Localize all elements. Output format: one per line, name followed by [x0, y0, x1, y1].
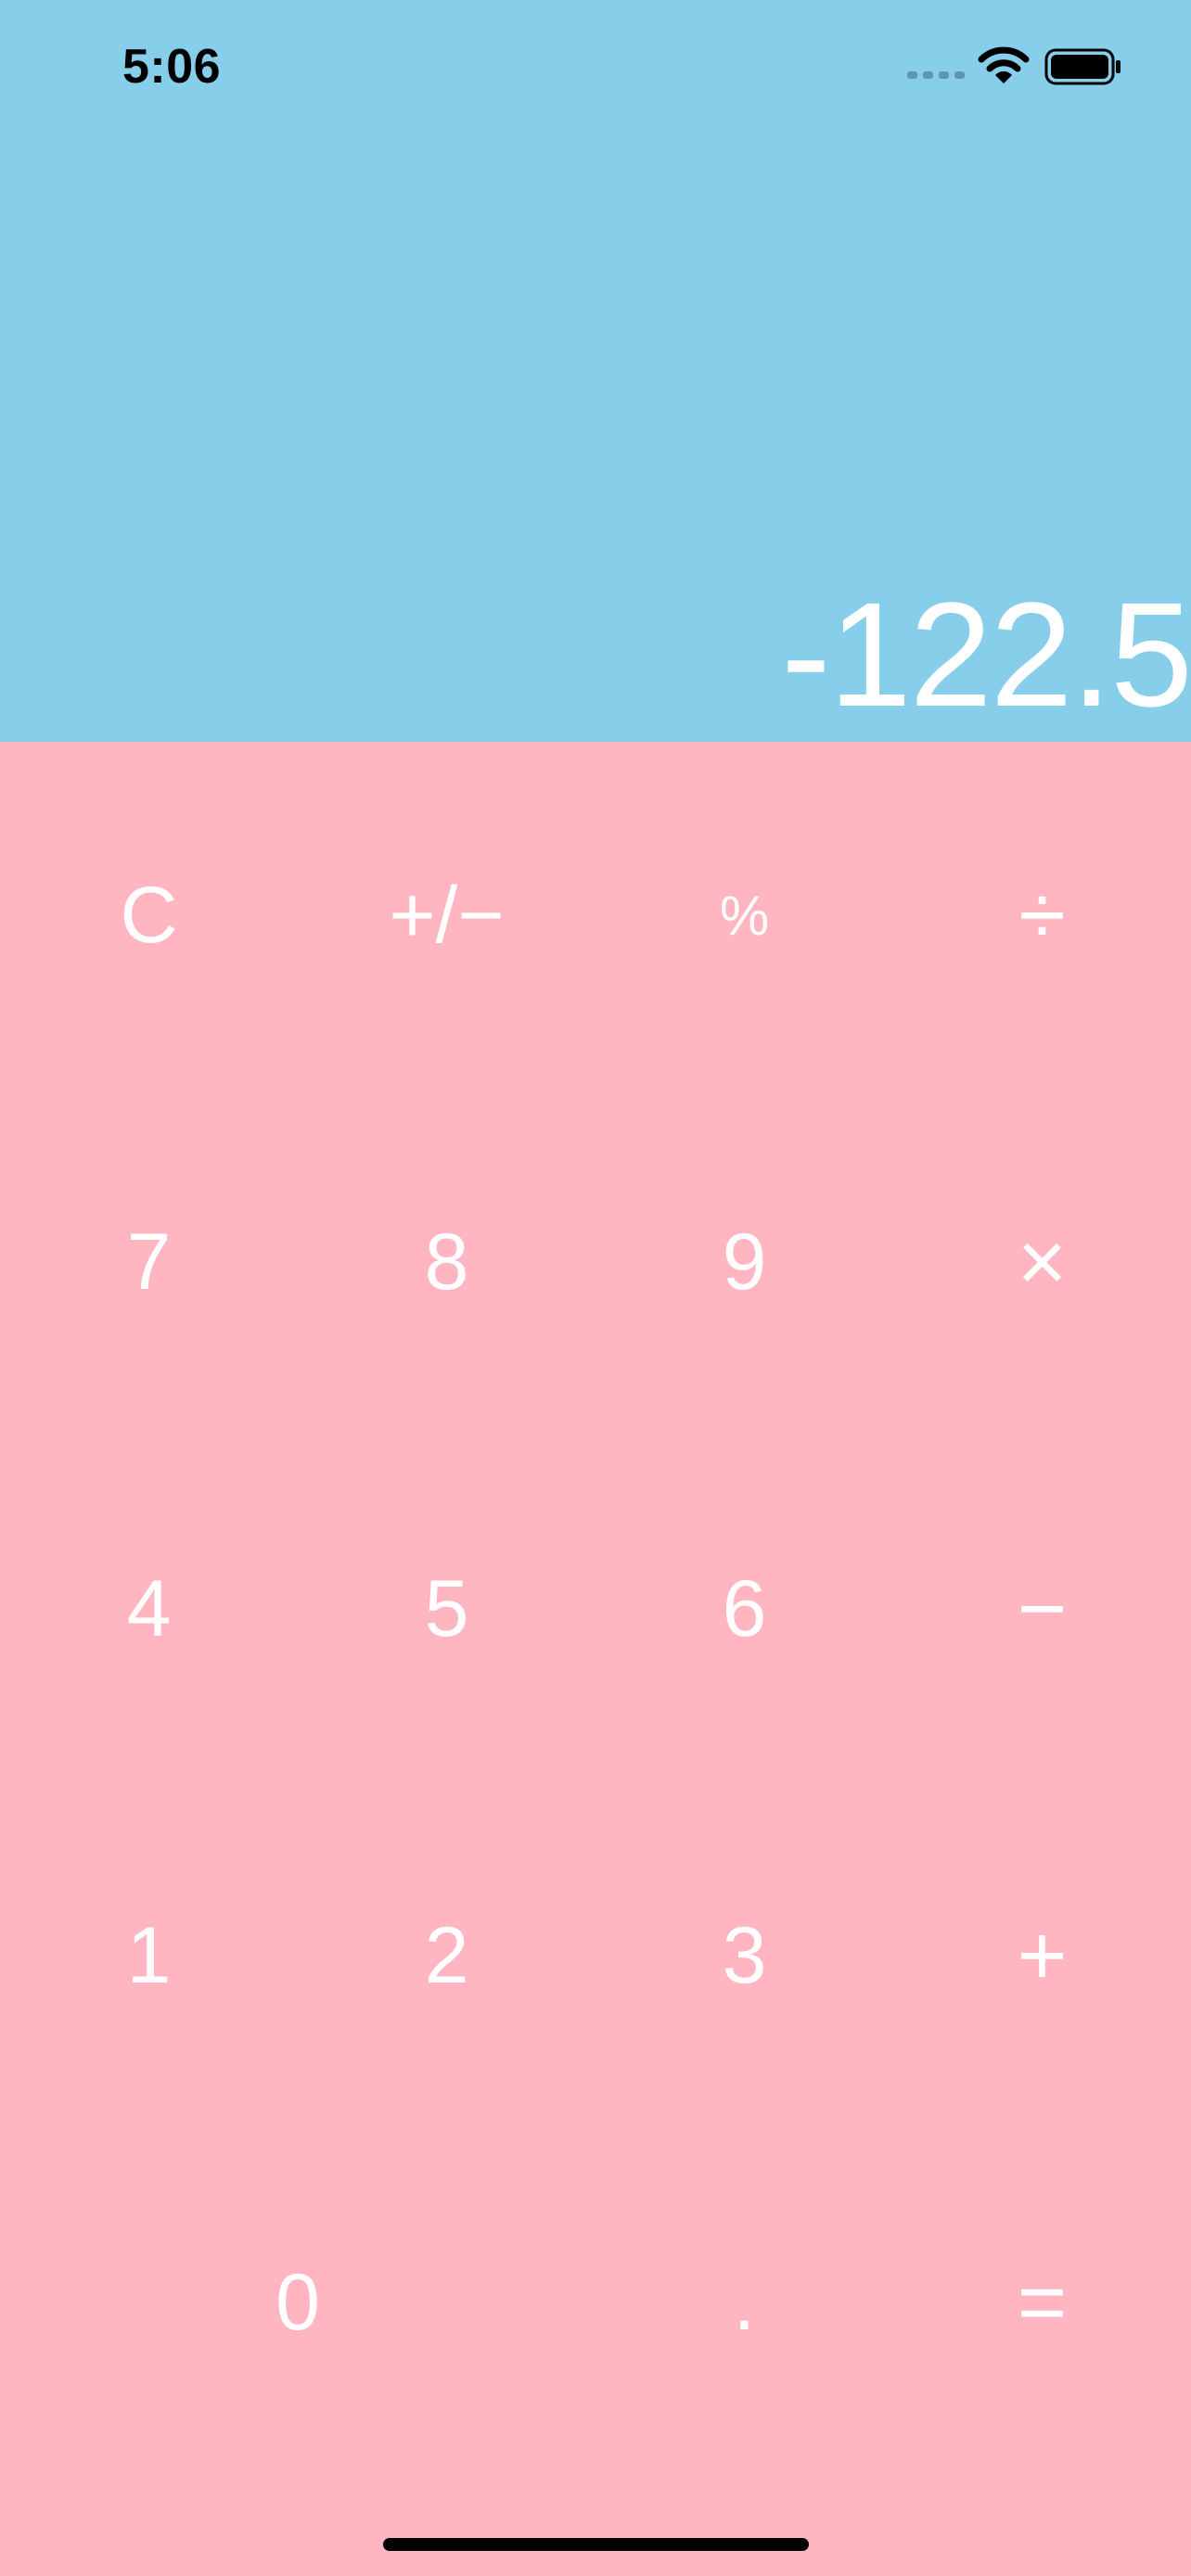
- percent-button[interactable]: %: [596, 742, 893, 1089]
- keypad: C +/− % ÷ 7 8 9 × 4 5 6 − 1 2 3 + 0 . =: [0, 742, 1191, 2576]
- divide-button[interactable]: ÷: [893, 742, 1191, 1089]
- digit-5-button[interactable]: 5: [298, 1435, 596, 1782]
- digit-8-button[interactable]: 8: [298, 1089, 596, 1435]
- status-time: 5:06: [122, 40, 222, 94]
- decimal-button[interactable]: .: [596, 2129, 893, 2476]
- result-display: -122.5: [781, 571, 1191, 737]
- add-button[interactable]: +: [893, 1782, 1191, 2129]
- plus-minus-button[interactable]: +/−: [298, 742, 596, 1089]
- digit-9-button[interactable]: 9: [596, 1089, 893, 1435]
- home-indicator[interactable]: [383, 2538, 809, 2551]
- clear-button[interactable]: C: [0, 742, 298, 1089]
- subtract-button[interactable]: −: [893, 1435, 1191, 1782]
- digit-1-button[interactable]: 1: [0, 1782, 298, 2129]
- digit-7-button[interactable]: 7: [0, 1089, 298, 1435]
- display-area: 5:06 -122.5: [0, 0, 1191, 742]
- equals-button[interactable]: =: [893, 2129, 1191, 2476]
- digit-0-button[interactable]: 0: [0, 2129, 596, 2476]
- digit-2-button[interactable]: 2: [298, 1782, 596, 2129]
- digit-6-button[interactable]: 6: [596, 1435, 893, 1782]
- digit-4-button[interactable]: 4: [0, 1435, 298, 1782]
- multiply-button[interactable]: ×: [893, 1089, 1191, 1435]
- digit-3-button[interactable]: 3: [596, 1782, 893, 2129]
- cellular-signal-icon: [907, 71, 965, 79]
- wifi-icon: [978, 46, 1030, 83]
- battery-icon: [1044, 48, 1121, 85]
